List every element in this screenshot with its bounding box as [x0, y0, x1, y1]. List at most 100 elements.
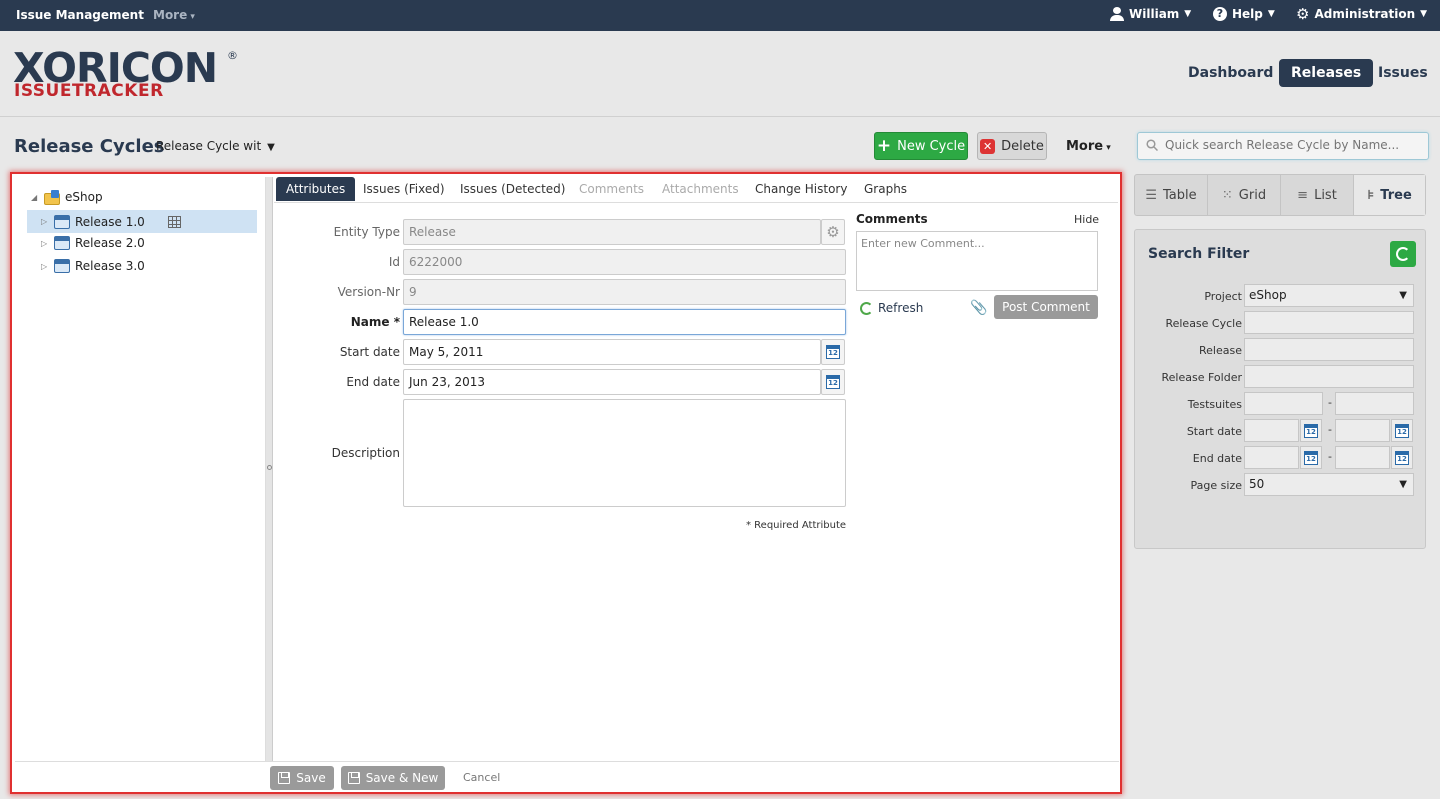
required-note: * Required Attribute	[746, 520, 847, 531]
filter-end-to[interactable]	[1335, 446, 1390, 469]
filter-page-size-select[interactable]: 50 ▼	[1244, 473, 1414, 496]
tree-item-release-2[interactable]: ▷ Release 2.0	[41, 236, 145, 250]
list-icon: ≡	[1297, 187, 1309, 203]
tree-item-label: Release 2.0	[75, 236, 145, 250]
filter-release-folder-input[interactable]	[1244, 365, 1414, 388]
save-icon	[278, 772, 291, 784]
save-button[interactable]: Save	[270, 766, 334, 790]
quick-search	[1137, 132, 1429, 160]
filter-start-from-picker[interactable]: 12	[1300, 419, 1322, 442]
form-footer: Save Save & New Cancel	[15, 761, 1119, 791]
new-cycle-button[interactable]: + New Cycle	[874, 132, 968, 160]
user-menu[interactable]: William ▼	[1110, 7, 1191, 21]
paperclip-icon[interactable]: 📎	[970, 300, 987, 316]
end-date-field[interactable]: Jun 23, 2013	[403, 369, 821, 395]
view-switcher: ☰ Table ⁙ Grid ≡ List ⊧ Tree	[1134, 174, 1426, 216]
help-icon: ?	[1213, 7, 1227, 21]
filter-end-from[interactable]	[1244, 446, 1299, 469]
chevron-down-icon: ▼	[1420, 9, 1428, 19]
delete-button[interactable]: ✕ Delete	[977, 132, 1047, 160]
more-button[interactable]: More	[1066, 139, 1111, 154]
filter-project-select[interactable]: eShop ▼	[1244, 284, 1414, 307]
tab-divider	[274, 202, 1118, 203]
start-date-picker[interactable]: 12	[821, 339, 845, 365]
new-cycle-label: New Cycle	[897, 138, 966, 154]
name-label-text: Name	[350, 315, 390, 329]
comment-input[interactable]: Enter new Comment...	[856, 231, 1098, 291]
comments-refresh[interactable]: Refresh	[860, 301, 923, 315]
id-label: Id	[388, 255, 400, 269]
tree-item-release-1[interactable]: ▷ Release 1.0	[27, 210, 257, 233]
range-dash: -	[1328, 423, 1332, 436]
filter-project-value: eShop	[1249, 288, 1287, 302]
tab-issues-fixed[interactable]: Issues (Fixed)	[353, 177, 455, 201]
tab-attributes[interactable]: Attributes	[276, 177, 356, 201]
filter-release-cycle-label: Release Cycle	[1165, 317, 1242, 330]
chevron-down-icon: ▼	[1267, 9, 1275, 19]
start-date-label: Start date	[339, 345, 400, 359]
view-select[interactable]: Release Cycle wit ▼	[156, 139, 275, 153]
filter-start-from[interactable]	[1244, 419, 1299, 442]
grid-icon[interactable]	[167, 215, 181, 228]
collapsed-icon[interactable]: ▷	[41, 262, 49, 271]
view-grid[interactable]: ⁙ Grid	[1208, 175, 1281, 215]
save-icon	[347, 772, 360, 784]
post-comment-button[interactable]: Post Comment	[994, 295, 1098, 319]
version-label: Version-Nr	[337, 285, 400, 299]
more-menu[interactable]: More	[153, 8, 195, 22]
calendar-icon: 12	[826, 375, 840, 389]
name-field[interactable]: Release 1.0	[403, 309, 846, 335]
tree-item-release-3[interactable]: ▷ Release 3.0	[41, 259, 145, 273]
filter-refresh-button[interactable]	[1390, 241, 1416, 267]
splitter-handle[interactable]	[267, 465, 272, 470]
filter-release-cycle-input[interactable]	[1244, 311, 1414, 334]
nav-dashboard[interactable]: Dashboard	[1176, 59, 1285, 87]
tree-root[interactable]: ◢ eShop	[31, 190, 103, 205]
collapsed-icon[interactable]: ▷	[41, 239, 49, 248]
filter-end-to-picker[interactable]: 12	[1391, 446, 1413, 469]
view-list[interactable]: ≡ List	[1281, 175, 1354, 215]
save-new-button[interactable]: Save & New	[341, 766, 445, 790]
page-title: Release Cycles	[14, 136, 165, 157]
filter-start-to[interactable]	[1335, 419, 1390, 442]
cancel-link[interactable]: Cancel	[463, 771, 500, 784]
filter-end-label: End date	[1192, 452, 1242, 465]
user-icon	[1110, 7, 1124, 21]
filter-start-to-picker[interactable]: 12	[1391, 419, 1413, 442]
filter-testsuites-from[interactable]	[1244, 392, 1323, 415]
filter-release-input[interactable]	[1244, 338, 1414, 361]
tab-issues-detected[interactable]: Issues (Detected)	[450, 177, 575, 201]
admin-menu[interactable]: ⚙ Administration ▼	[1296, 5, 1428, 23]
view-table[interactable]: ☰ Table	[1135, 175, 1208, 215]
nav-issues[interactable]: Issues	[1366, 59, 1440, 87]
save-new-label: Save & New	[365, 771, 439, 785]
calendar-icon: 12	[826, 345, 840, 359]
tab-change-history[interactable]: Change History	[745, 177, 857, 201]
tree-item-label: Release 1.0	[75, 214, 145, 229]
end-date-label: End date	[346, 375, 400, 389]
gear-icon: ⚙	[1296, 5, 1310, 23]
release-icon	[54, 259, 70, 273]
panel-splitter[interactable]	[266, 177, 273, 761]
comments-hide-link[interactable]: Hide	[1074, 213, 1099, 226]
filter-end-from-picker[interactable]: 12	[1300, 446, 1322, 469]
chevron-down-icon: ▼	[1399, 290, 1407, 301]
help-menu[interactable]: ? Help ▼	[1213, 7, 1275, 21]
app-name[interactable]: Issue Management	[16, 8, 144, 22]
entity-type-settings[interactable]: ⚙	[821, 219, 845, 245]
description-textarea[interactable]	[403, 399, 846, 507]
expanded-icon[interactable]: ◢	[31, 193, 39, 202]
end-date-picker[interactable]: 12	[821, 369, 845, 395]
filter-testsuites-to[interactable]	[1335, 392, 1414, 415]
view-table-label: Table	[1163, 187, 1197, 203]
logo[interactable]: XORICON ® ISSUETRACKER	[13, 47, 243, 103]
tree-icon: ⊧	[1367, 187, 1375, 203]
nav-releases[interactable]: Releases	[1279, 59, 1374, 87]
filter-project-label: Project	[1204, 290, 1242, 303]
description-label: Description	[331, 446, 400, 460]
tab-graphs[interactable]: Graphs	[854, 177, 917, 201]
view-tree[interactable]: ⊧ Tree	[1354, 175, 1425, 215]
quick-search-input[interactable]	[1165, 138, 1420, 152]
collapsed-icon[interactable]: ▷	[41, 217, 49, 226]
start-date-field[interactable]: May 5, 2011	[403, 339, 821, 365]
